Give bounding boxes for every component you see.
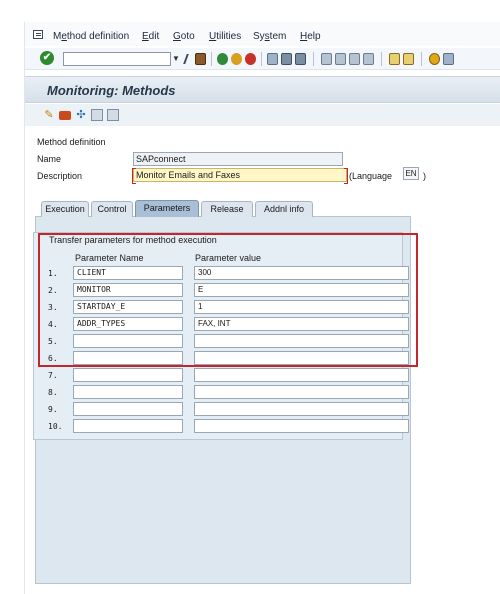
tab-control[interactable]: Control [91, 201, 133, 217]
tab-execution[interactable]: Execution [41, 201, 89, 217]
parameter-name-field[interactable] [73, 368, 183, 382]
parameter-value-field[interactable] [194, 385, 409, 399]
command-field[interactable] [63, 52, 171, 66]
system-menu-icon[interactable] [33, 30, 43, 39]
row-number: 7. [48, 371, 58, 380]
toolbar-separator [313, 52, 314, 66]
highlight-box [38, 233, 418, 367]
transport-icon[interactable] [59, 111, 71, 120]
parameter-value-field[interactable] [194, 419, 409, 433]
save-icon[interactable] [195, 53, 206, 65]
layout-menu-icon[interactable] [443, 53, 454, 65]
help-icon[interactable] [429, 53, 440, 65]
menu-edit[interactable]: Edit [142, 31, 159, 42]
find-next-icon[interactable] [295, 53, 306, 65]
chevron-down-icon[interactable]: ▼ [171, 52, 181, 66]
name-label: Name [37, 154, 62, 164]
row-number: 10. [48, 422, 63, 431]
change-display-icon[interactable]: ✎ [43, 109, 55, 121]
first-page-icon[interactable] [321, 53, 332, 65]
print-icon[interactable] [267, 53, 278, 65]
previous-page-icon[interactable] [335, 53, 346, 65]
language-close-paren: ) [423, 171, 426, 181]
row-number: 8. [48, 388, 58, 397]
sap-window: Method definition Edit Goto Utilities Sy… [24, 22, 500, 594]
tab-addnl-info[interactable]: Addnl info [255, 201, 313, 217]
copy-icon[interactable] [91, 109, 103, 121]
language-field[interactable]: EN [403, 167, 419, 180]
parameter-name-field[interactable] [73, 402, 183, 416]
menu-method-definition[interactable]: Method definition [53, 31, 129, 42]
tab-release[interactable]: Release [201, 201, 253, 217]
description-field[interactable]: Monitor Emails and Faxes [132, 168, 348, 184]
parameter-name-field[interactable] [73, 385, 183, 399]
check-icon[interactable] [107, 109, 119, 121]
tab-parameters[interactable]: Parameters [135, 200, 199, 217]
toolbar-separator [381, 52, 382, 66]
page-title: Monitoring: Methods [47, 83, 176, 98]
parameter-value-field[interactable] [194, 368, 409, 382]
row-number: 9. [48, 405, 58, 414]
create-session-icon[interactable] [389, 53, 400, 65]
find-icon[interactable] [281, 53, 292, 65]
section-label: Method definition [37, 137, 106, 147]
toolbar-separator [421, 52, 422, 66]
enter-icon[interactable]: ✔ [40, 51, 54, 65]
description-label: Description [37, 171, 83, 181]
menu-system[interactable]: System [253, 31, 286, 42]
language-label: (Language [349, 171, 393, 181]
menu-utilities[interactable]: Utilities [209, 31, 241, 42]
parameter-name-field[interactable] [73, 419, 183, 433]
cancel-icon[interactable] [245, 53, 256, 65]
menu-goto[interactable]: Goto [173, 31, 195, 42]
back-green-icon[interactable] [217, 53, 228, 65]
toolbar-separator [211, 52, 212, 66]
toolbar-separator [261, 52, 262, 66]
exit-icon[interactable] [231, 53, 242, 65]
menu-help[interactable]: Help [300, 31, 321, 42]
parameter-value-field[interactable] [194, 402, 409, 416]
next-page-icon[interactable] [349, 53, 360, 65]
last-page-icon[interactable] [363, 53, 374, 65]
shortcut-icon[interactable] [403, 53, 414, 65]
other-object-icon[interactable]: ✣ [75, 109, 87, 121]
name-field[interactable]: SAPconnect [133, 152, 343, 166]
